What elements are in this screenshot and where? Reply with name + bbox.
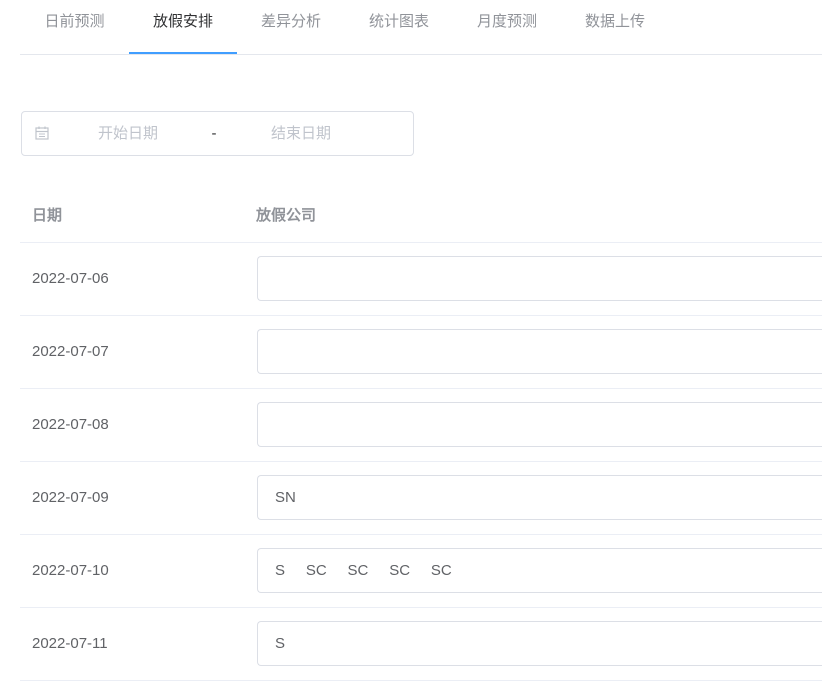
holiday-company-input[interactable] [257, 256, 822, 301]
row-date: 2022-07-06 [32, 270, 109, 287]
calendar-icon [35, 126, 49, 140]
table-row: 2022-07-10 [20, 535, 822, 608]
holiday-company-input[interactable] [257, 548, 822, 593]
active-tab-indicator [129, 52, 237, 54]
tab-monthly-forecast[interactable]: 月度预测 [453, 0, 561, 55]
tab-data-upload[interactable]: 数据上传 [561, 0, 669, 55]
holiday-table: 日期 放假公司 2022-07-06 2022-07-07 2022-07-08… [20, 189, 822, 681]
holiday-company-input[interactable] [257, 475, 822, 520]
row-date: 2022-07-07 [32, 343, 109, 360]
tab-difference-analysis[interactable]: 差异分析 [237, 0, 345, 55]
column-header-date: 日期 [32, 207, 63, 224]
range-separator: - [211, 125, 217, 142]
row-date: 2022-07-08 [32, 416, 109, 433]
table-header: 日期 放假公司 [20, 189, 822, 243]
holiday-company-input[interactable] [257, 621, 822, 666]
row-date: 2022-07-09 [32, 489, 109, 506]
table-row: 2022-07-09 [20, 462, 822, 535]
holiday-company-input[interactable] [257, 329, 822, 374]
table-row: 2022-07-08 [20, 389, 822, 462]
tab-holiday-arrangement[interactable]: 放假安排 [129, 0, 237, 55]
column-header-company: 放假公司 [256, 207, 317, 224]
end-date-input[interactable] [241, 112, 361, 155]
table-row: 2022-07-11 [20, 608, 822, 681]
start-date-input[interactable] [68, 112, 188, 155]
holiday-company-input[interactable] [257, 402, 822, 447]
tab-bar: 日前预测 放假安排 差异分析 统计图表 月度预测 数据上传 [20, 0, 822, 55]
tab-day-ahead-forecast[interactable]: 日前预测 [20, 0, 129, 55]
holiday-arrangement-page: 日前预测 放假安排 差异分析 统计图表 月度预测 数据上传 - 日期 放假公司 … [0, 0, 822, 686]
row-date: 2022-07-11 [32, 635, 108, 652]
table-row: 2022-07-07 [20, 316, 822, 389]
date-range-picker[interactable]: - [21, 111, 414, 156]
tab-statistics-charts[interactable]: 统计图表 [345, 0, 453, 55]
table-row: 2022-07-06 [20, 243, 822, 316]
row-date: 2022-07-10 [32, 562, 109, 579]
